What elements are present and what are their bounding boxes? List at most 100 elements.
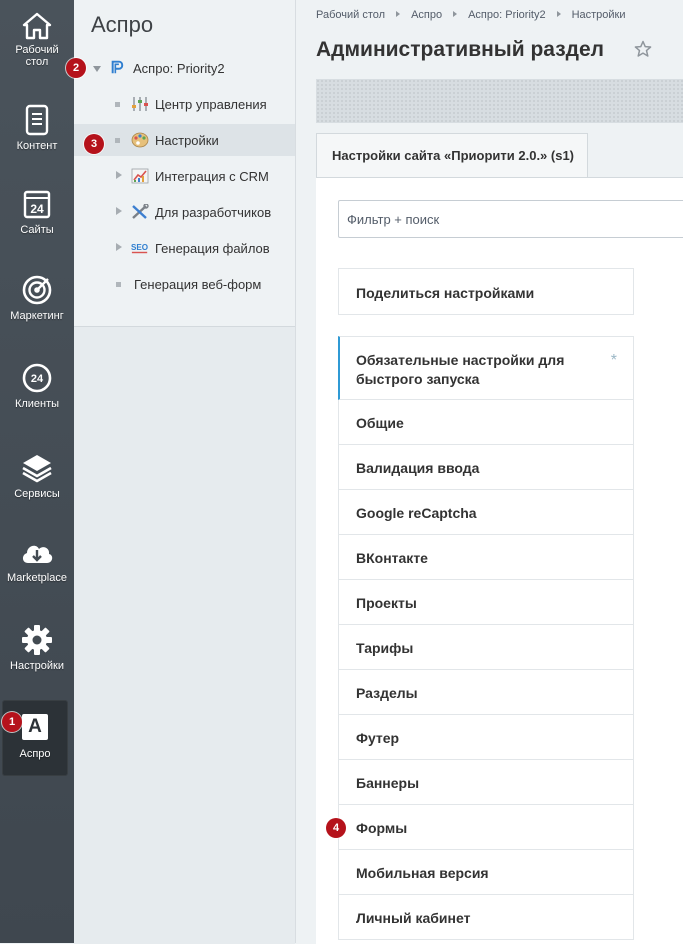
filter-search-input[interactable] (338, 200, 683, 238)
tree-item-label: Интеграция с CRM (155, 169, 269, 184)
settings-menu-item-label: Обязательные настройки для быстрого запу… (356, 352, 565, 387)
equalizer-icon (132, 97, 148, 111)
tree-item-settings[interactable]: Настройки (74, 124, 295, 156)
tree-panel: Аспро Аспро: Priority2 Центр управления … (74, 0, 296, 944)
settings-menu-item-quick-start[interactable]: Обязательные настройки для быстрого запу… (338, 336, 634, 400)
settings-menu-item[interactable]: Баннеры (338, 760, 634, 805)
expand-arrow-icon[interactable] (93, 66, 101, 72)
tree-title: Аспро (91, 12, 154, 37)
cloud-download-icon (22, 545, 53, 563)
sidebar-item-sites[interactable]: 24 Сайты (0, 188, 74, 236)
marker-1: 1 (2, 712, 22, 732)
sidebar-item-marketplace[interactable]: Marketplace (0, 538, 74, 584)
settings-menu-item-label: Разделы (356, 685, 418, 701)
settings-menu-item[interactable]: Общие (338, 400, 634, 445)
tree-panel-footer (74, 326, 295, 944)
settings-menu-item-label: Google reCaptcha (356, 505, 477, 521)
palette-icon (131, 132, 149, 148)
settings-menu-item-label: Баннеры (356, 775, 420, 791)
svg-text:24: 24 (30, 202, 44, 216)
tree-item-file-generation[interactable]: SEO Генерация файлов (74, 232, 295, 264)
breadcrumb: Рабочий стол Аспро Аспро: Priority2 Настрой… (316, 9, 626, 21)
chart-icon (131, 168, 149, 184)
settings-menu-item-label: Личный кабинет (356, 910, 471, 926)
tree-item-label: Генерация файлов (155, 241, 270, 256)
tree-root-label: Аспро: Priority2 (133, 61, 225, 76)
settings-menu-item[interactable]: Футер (338, 715, 634, 760)
tree-item-label: Настройки (155, 133, 219, 148)
main-content: Рабочий стол Аспро Аспро: Priority2 Настрой… (296, 0, 683, 944)
marker-3: 3 (84, 134, 104, 154)
settings-menu-item-label: Общие (356, 415, 404, 431)
settings-menu-item[interactable]: Тарифы (338, 625, 634, 670)
marker-2: 2 (66, 58, 86, 78)
star-icon[interactable] (634, 40, 652, 58)
sidebar-item-label: Клиенты (14, 398, 60, 410)
sidebar-item-clients[interactable]: 24 Клиенты (0, 362, 74, 410)
tree-item-label: Генерация веб-форм (134, 277, 262, 292)
breadcrumb-item[interactable]: Аспро: Priority2 (468, 9, 545, 21)
share-settings-button[interactable]: Поделиться настройками (338, 268, 634, 315)
tree-item-webform-generation[interactable]: Генерация веб-форм (74, 268, 295, 300)
priority-logo-icon (111, 60, 124, 74)
main-sidebar: Рабочий стол Контент 24 Сайты Маркетинг … (0, 0, 74, 943)
sidebar-item-label: Контент (16, 140, 58, 152)
settings-menu-item-label: Тарифы (356, 640, 414, 656)
svg-text:SEO: SEO (131, 243, 148, 252)
sidebar-item-label: Аспро (19, 748, 51, 760)
settings-menu-item-label: Мобильная версия (356, 865, 489, 881)
target-icon (22, 275, 52, 305)
tree-bullet (115, 138, 120, 143)
tree-bullet (115, 102, 120, 107)
gear-icon (22, 625, 52, 655)
tree-item-label: Центр управления (155, 97, 267, 112)
expand-arrow-icon[interactable] (116, 207, 122, 215)
home-icon (22, 12, 52, 40)
sidebar-item-label: Сервисы (14, 488, 60, 500)
settings-menu-item[interactable]: Проекты (338, 580, 634, 625)
sidebar-item-desktop[interactable]: Рабочий стол (0, 12, 74, 68)
tree-item-developers[interactable]: Для разработчиков (74, 196, 295, 228)
settings-menu-item-label: Валидация ввода (356, 460, 480, 476)
tab-site-settings[interactable]: Настройки сайта «Приорити 2.0.» (s1) (316, 133, 588, 177)
sidebar-item-marketing[interactable]: Маркетинг (0, 274, 74, 322)
settings-menu-item-label: Формы (356, 820, 408, 836)
breadcrumb-separator-icon (556, 11, 561, 17)
breadcrumb-separator-icon (453, 11, 458, 17)
calendar-24-icon: 24 (23, 190, 51, 219)
settings-panel: Поделиться настройками Обязательные наст… (316, 177, 683, 944)
tree-item-label: Для разработчиков (155, 205, 272, 220)
tree-root-aspro-priority2[interactable]: Аспро: Priority2 (74, 52, 295, 84)
tree-item-control-center[interactable]: Центр управления (74, 88, 295, 120)
seo-icon: SEO (131, 243, 148, 254)
breadcrumb-item[interactable]: Аспро (411, 9, 442, 21)
settings-menu-item[interactable]: Личный кабинет (338, 895, 634, 940)
svg-text:24: 24 (31, 373, 44, 385)
marker-4: 4 (326, 818, 346, 838)
expand-arrow-icon[interactable] (116, 171, 122, 179)
settings-menu-item[interactable]: Google reCaptcha (338, 490, 634, 535)
settings-menu-item[interactable]: Валидация ввода (338, 445, 634, 490)
settings-menu-item[interactable]: ВКонтакте (338, 535, 634, 580)
sidebar-item-services[interactable]: Сервисы (0, 452, 74, 500)
clients-24-icon: 24 (22, 363, 52, 393)
tree-item-crm-integration[interactable]: Интеграция с CRM (74, 160, 295, 192)
sidebar-item-label: Настройки (10, 660, 64, 672)
page-title: Административный раздел (316, 38, 605, 61)
settings-menu-item[interactable]: Мобильная версия (338, 850, 634, 895)
tools-icon (132, 204, 149, 219)
settings-menu: Обязательные настройки для быстрого запу… (338, 336, 634, 940)
settings-menu-item-label: ВКонтакте (356, 550, 428, 566)
breadcrumb-item[interactable]: Рабочий стол (316, 9, 385, 21)
breadcrumb-separator-icon (396, 11, 401, 17)
toolbar-strip (316, 79, 683, 123)
settings-menu-item[interactable]: Формы (338, 805, 634, 850)
expand-arrow-icon[interactable] (116, 243, 122, 251)
sidebar-item-label: Рабочий стол (15, 44, 59, 68)
sidebar-item-content[interactable]: Контент (0, 104, 74, 152)
settings-menu-item-label: Футер (356, 730, 400, 746)
settings-menu-item[interactable]: Разделы (338, 670, 634, 715)
tree-bullet (116, 282, 121, 287)
breadcrumb-item[interactable]: Настройки (572, 9, 626, 21)
sidebar-item-settings[interactable]: Настройки (0, 624, 74, 672)
